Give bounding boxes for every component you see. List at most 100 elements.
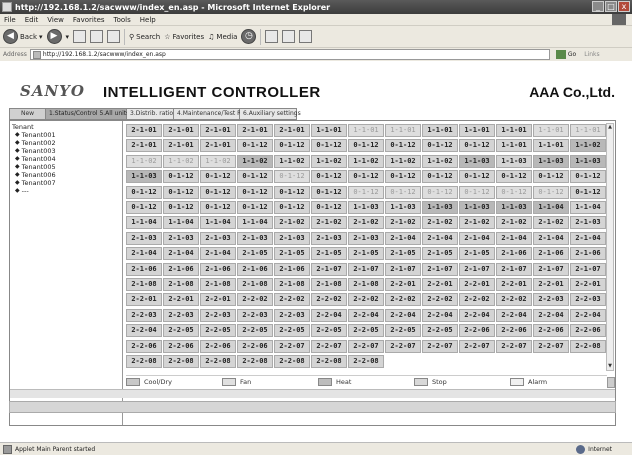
menu-help[interactable]: Help — [140, 16, 156, 24]
unit-cell[interactable]: 2-1-06 — [274, 262, 310, 276]
unit-cell[interactable]: 1-1-04 — [126, 216, 162, 230]
unit-cell[interactable]: 2-2-03 — [200, 308, 236, 322]
scroll-up-icon[interactable]: ▲ — [607, 124, 613, 131]
unit-cell[interactable]: 2-2-01 — [163, 293, 199, 307]
unit-cell[interactable]: 2-2-02 — [496, 293, 532, 307]
unit-cell[interactable]: 1-1-02 — [311, 154, 347, 168]
unit-cell[interactable]: 2-2-08 — [126, 355, 162, 368]
unit-cell[interactable]: 2-1-02 — [422, 216, 458, 230]
unit-cell[interactable]: 2-2-01 — [422, 278, 458, 291]
unit-cell[interactable]: 2-1-01 — [200, 124, 236, 137]
unit-cell[interactable]: 0-1-12 — [274, 201, 310, 214]
unit-cell[interactable]: 2-2-02 — [385, 293, 421, 307]
unit-cell[interactable]: 2-2-08 — [311, 355, 347, 368]
tree-node[interactable]: ◆ Tenant005 — [12, 163, 120, 171]
unit-cell[interactable]: 2-2-07 — [496, 339, 532, 353]
tree-node[interactable]: ◆ Tenant004 — [12, 155, 120, 163]
unit-cell[interactable]: 2-1-01 — [126, 124, 162, 137]
unit-cell[interactable]: 1-1-04 — [163, 216, 199, 230]
unit-cell[interactable]: 2-2-04 — [348, 308, 384, 322]
unit-cell[interactable]: 1-1-03 — [459, 154, 495, 168]
back-button[interactable]: ◀ Back ▾ — [3, 29, 43, 44]
menu-edit[interactable]: Edit — [25, 16, 39, 24]
unit-cell[interactable]: 0-1-12 — [237, 201, 273, 214]
unit-cell[interactable]: 2-1-06 — [163, 262, 199, 276]
tree-node[interactable]: ◆ Tenant003 — [12, 147, 120, 155]
unit-cell[interactable]: 1-1-01 — [533, 139, 569, 153]
unit-cell[interactable]: 2-1-01 — [126, 139, 162, 153]
history-icon[interactable]: ◷ — [241, 29, 257, 44]
scroll-down-icon[interactable]: ▼ — [607, 363, 613, 370]
unit-cell[interactable]: 2-2-03 — [570, 293, 606, 307]
unit-cell[interactable]: 1-1-03 — [496, 201, 532, 214]
unit-cell[interactable]: 2-2-01 — [570, 278, 606, 291]
unit-cell[interactable]: 2-1-03 — [348, 231, 384, 245]
unit-cell[interactable]: 2-2-06 — [237, 339, 273, 353]
unit-cell[interactable]: 0-1-12 — [570, 185, 606, 199]
unit-cell[interactable]: 2-2-06 — [570, 324, 606, 338]
unit-cell[interactable]: 2-1-04 — [385, 231, 421, 245]
tab-4[interactable]: 6.Auxiliary settings — [240, 108, 301, 120]
unit-cell[interactable]: 2-1-06 — [496, 247, 532, 261]
unit-cell[interactable]: 1-1-02 — [237, 154, 273, 168]
tree-node[interactable]: ◆ Tenant006 — [12, 171, 120, 179]
unit-cell[interactable]: 2-2-05 — [348, 324, 384, 338]
unit-cell[interactable]: 1-1-02 — [385, 154, 421, 168]
unit-cell[interactable]: 2-1-04 — [126, 247, 162, 261]
unit-cell[interactable]: 2-1-08 — [274, 278, 310, 291]
unit-cell[interactable]: 0-1-12 — [126, 185, 162, 199]
mail-icon[interactable] — [265, 30, 279, 43]
unit-cell[interactable]: 2-2-05 — [274, 324, 310, 338]
unit-cell[interactable]: 2-1-01 — [163, 124, 199, 137]
tree-root[interactable]: Tenant — [12, 123, 120, 131]
unit-cell[interactable]: 2-1-08 — [348, 278, 384, 291]
unit-cell[interactable]: 1-1-01 — [496, 139, 532, 153]
unit-cell[interactable]: 2-2-04 — [496, 308, 532, 322]
unit-cell[interactable]: 2-2-07 — [348, 339, 384, 353]
unit-cell[interactable]: 0-1-12 — [163, 201, 199, 214]
unit-cell[interactable]: 2-1-07 — [496, 262, 532, 276]
unit-cell[interactable]: 1-1-04 — [200, 216, 236, 230]
unit-cell[interactable]: 1-1-03 — [533, 154, 569, 168]
unit-cell[interactable]: 0-1-12 — [533, 185, 569, 199]
forward-button[interactable]: ▶ — [46, 29, 62, 44]
grid-scrollbar[interactable]: ▲ ▼ — [606, 123, 614, 371]
unit-cell[interactable]: 2-2-02 — [459, 293, 495, 307]
unit-cell[interactable]: 1-1-02 — [200, 154, 236, 168]
unit-cell[interactable]: 1-1-04 — [533, 201, 569, 214]
unit-cell[interactable]: 2-1-05 — [311, 247, 347, 261]
unit-cell[interactable]: 1-1-02 — [163, 154, 199, 168]
unit-cell[interactable]: 0-1-12 — [422, 139, 458, 153]
unit-cell[interactable]: 2-2-06 — [533, 324, 569, 338]
unit-cell[interactable]: 2-2-04 — [311, 308, 347, 322]
unit-cell[interactable]: 2-2-06 — [200, 339, 236, 353]
unit-cell[interactable]: 2-1-03 — [570, 216, 606, 230]
unit-cell[interactable]: 2-2-06 — [126, 339, 162, 353]
unit-cell[interactable]: 0-1-12 — [200, 185, 236, 199]
unit-cell[interactable]: 2-1-04 — [163, 247, 199, 261]
maximize-button[interactable]: □ — [605, 1, 617, 12]
unit-cell[interactable]: 2-2-05 — [200, 324, 236, 338]
horizontal-scrollbar[interactable] — [10, 389, 615, 398]
unit-cell[interactable]: 0-1-12 — [237, 170, 273, 184]
unit-cell[interactable]: 2-2-07 — [533, 339, 569, 353]
unit-cell[interactable]: 0-1-12 — [274, 185, 310, 199]
unit-cell[interactable]: 1-1-02 — [348, 154, 384, 168]
unit-cell[interactable]: 2-2-02 — [237, 293, 273, 307]
unit-cell[interactable]: 1-1-01 — [496, 124, 532, 137]
unit-cell[interactable]: 2-1-05 — [274, 247, 310, 261]
unit-cell[interactable]: 2-2-05 — [422, 324, 458, 338]
unit-cell[interactable]: 0-1-12 — [311, 201, 347, 214]
unit-cell[interactable]: 2-2-04 — [459, 308, 495, 322]
unit-cell[interactable]: 2-1-03 — [126, 231, 162, 245]
unit-cell[interactable]: 2-1-02 — [496, 216, 532, 230]
unit-cell[interactable]: 2-1-03 — [237, 231, 273, 245]
unit-cell[interactable]: 1-1-01 — [348, 124, 384, 137]
unit-cell[interactable]: 2-2-07 — [385, 339, 421, 353]
unit-cell[interactable]: 1-1-03 — [459, 201, 495, 214]
unit-cell[interactable]: 1-1-01 — [459, 124, 495, 137]
unit-cell[interactable]: 1-1-01 — [533, 124, 569, 137]
unit-cell[interactable]: 2-1-08 — [237, 278, 273, 291]
unit-cell[interactable]: 2-1-06 — [237, 262, 273, 276]
unit-cell[interactable]: 0-1-12 — [311, 139, 347, 153]
